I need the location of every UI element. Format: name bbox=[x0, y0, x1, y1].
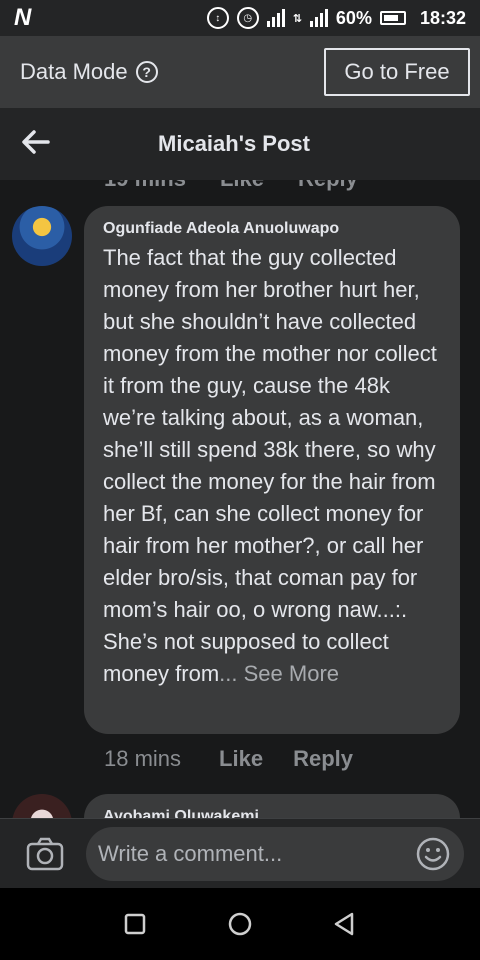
alarm-icon: ◷ bbox=[236, 7, 259, 29]
status-indicators: ↕ ◷ ⇅ 60% 18:32 bbox=[206, 7, 466, 29]
square-icon[interactable] bbox=[122, 911, 148, 937]
reply-button[interactable]: Reply bbox=[293, 746, 353, 772]
smile-icon[interactable] bbox=[416, 837, 450, 871]
previous-comment-reply-button[interactable]: Reply bbox=[298, 180, 358, 192]
comment-text-block: The fact that the guy collected money fr… bbox=[103, 242, 440, 690]
go-to-free-button[interactable]: Go to Free bbox=[324, 48, 470, 96]
page-title: Micaiah's Post bbox=[158, 131, 310, 156]
data-mode-label: Data Mode bbox=[20, 59, 128, 84]
data-saver-icon: ↕ bbox=[206, 7, 229, 29]
comment-bubble[interactable]: Ogunfiade Adeola Anuoluwapo The fact tha… bbox=[84, 206, 460, 734]
system-nav-bar bbox=[0, 888, 480, 960]
comment-author[interactable]: Ayobami Oluwakemi bbox=[103, 808, 440, 818]
comment-bubble[interactable]: Ayobami Oluwakemi bbox=[84, 794, 460, 818]
comment-author[interactable]: Ogunfiade Adeola Anuoluwapo bbox=[103, 220, 440, 238]
previous-comment-like-button[interactable]: Like bbox=[220, 180, 264, 192]
camera-icon[interactable] bbox=[26, 837, 64, 871]
comment-time: 18 mins bbox=[104, 746, 182, 771]
like-button[interactable]: Like bbox=[219, 746, 263, 772]
clock: 18:32 bbox=[419, 7, 466, 28]
network-type-icon: ⇅ bbox=[292, 12, 302, 25]
comment-text: The fact that the guy collected money fr… bbox=[103, 245, 437, 686]
signal-icon-2 bbox=[309, 9, 328, 27]
avatar[interactable] bbox=[12, 794, 72, 818]
back-arrow-icon[interactable] bbox=[22, 130, 50, 154]
battery-percent: 60% bbox=[335, 7, 372, 28]
comment-input-placeholder: Write a comment... bbox=[98, 841, 283, 866]
avatar[interactable] bbox=[12, 206, 72, 266]
post-header: Micaiah's Post bbox=[0, 108, 480, 180]
previous-comment-time: 19 mins bbox=[104, 180, 186, 192]
comment-composer: Write a comment... bbox=[0, 818, 480, 888]
help-icon[interactable]: ? bbox=[135, 61, 158, 83]
see-more-link[interactable]: See More bbox=[244, 661, 339, 686]
comments-list[interactable]: 19 mins Like Reply Ogunfiade Adeola Anuo… bbox=[0, 180, 480, 818]
signal-icon bbox=[266, 9, 285, 27]
comment-ellipsis: ... bbox=[219, 661, 238, 686]
comment-meta: 18 mins Like Reply bbox=[104, 746, 353, 772]
battery-icon bbox=[379, 11, 406, 25]
comment-input[interactable]: Write a comment... bbox=[86, 827, 464, 881]
triangle-back-icon[interactable] bbox=[332, 911, 358, 937]
notification-logo-icon: N bbox=[14, 4, 31, 31]
circle-icon[interactable] bbox=[227, 911, 253, 937]
data-mode-bar: Data Mode ? Go to Free bbox=[0, 36, 480, 108]
status-bar: N ↕ ◷ ⇅ 60% 18:32 bbox=[0, 0, 480, 36]
previous-comment-meta: 19 mins Like Reply bbox=[104, 180, 358, 192]
